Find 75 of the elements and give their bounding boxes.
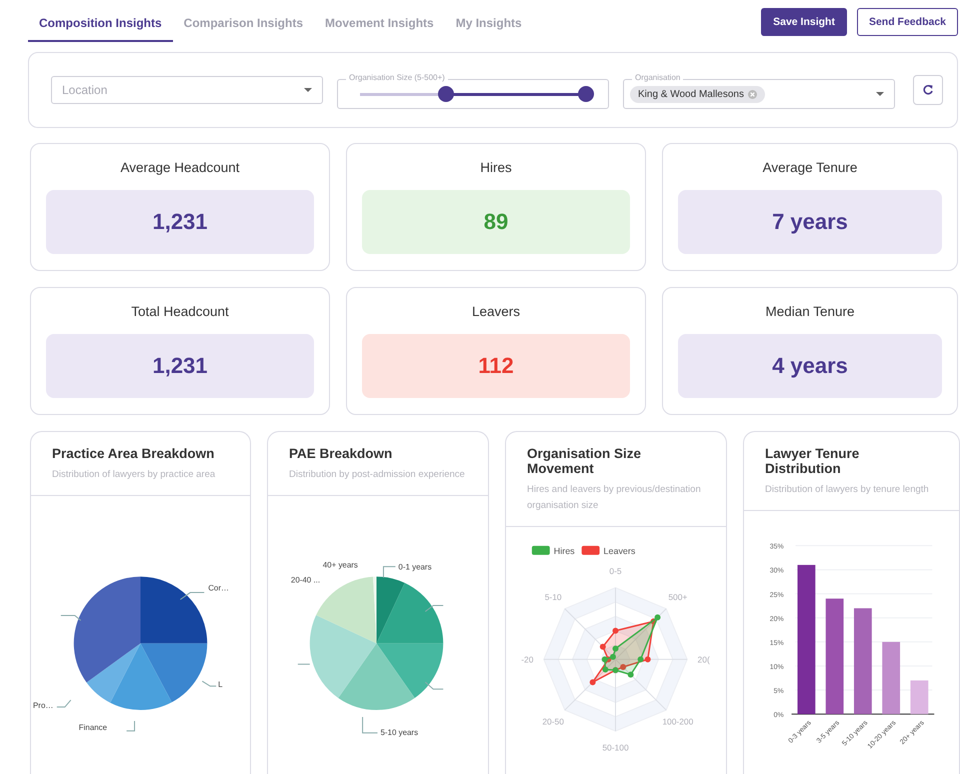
pie-slice[interactable] bbox=[74, 576, 140, 683]
stat-label: Average Headcount bbox=[120, 160, 240, 175]
pie-slice[interactable] bbox=[376, 576, 405, 644]
stat-label: Leavers bbox=[472, 304, 520, 319]
stat-label: Median Tenure bbox=[765, 304, 855, 319]
slice-label: 20-40 ... bbox=[290, 576, 320, 585]
chart-subtitle: Distribution by post-admission experience bbox=[289, 468, 466, 482]
pie-slice[interactable] bbox=[376, 582, 444, 644]
bar[interactable] bbox=[854, 608, 872, 714]
legend-label[interactable]: Hires bbox=[554, 546, 575, 556]
bar[interactable] bbox=[798, 564, 816, 714]
leader-line bbox=[202, 680, 217, 687]
axis-label: 500+ bbox=[668, 592, 688, 602]
slider-handle[interactable] bbox=[578, 86, 594, 102]
chart-subtitle: Hires and leavers by previous/destination organisation size bbox=[527, 483, 702, 513]
stat-value: 1,231 bbox=[46, 190, 314, 254]
placeholder-text: Location bbox=[62, 83, 108, 97]
legend-swatch[interactable] bbox=[582, 546, 600, 555]
axis-label: 20( bbox=[698, 654, 710, 664]
leader-line bbox=[180, 592, 205, 600]
leader-line bbox=[424, 605, 444, 612]
tab[interactable]: Composition Insights bbox=[28, 8, 173, 42]
legend-swatch[interactable] bbox=[532, 546, 550, 555]
stat-label: Average Tenure bbox=[762, 160, 858, 175]
chart-title: Organisation Size Movement bbox=[527, 446, 642, 476]
slice-label: 40+ years bbox=[322, 560, 358, 570]
field-label: Organisation bbox=[632, 73, 684, 82]
stat-value: 112 bbox=[362, 334, 630, 398]
chart-subtitle: Distribution of lawyers by practice area bbox=[52, 468, 216, 482]
axis-label: 20-50 bbox=[542, 716, 564, 727]
feedback-button[interactable]: Send Feedback bbox=[856, 8, 958, 36]
pie-slice[interactable] bbox=[86, 643, 140, 703]
pie-slice[interactable] bbox=[110, 643, 172, 710]
stat-value: 4 years bbox=[678, 334, 942, 398]
chart-title: Lawyer Tenure Distribution bbox=[765, 446, 860, 476]
leader-line bbox=[362, 716, 378, 734]
slice-label: Pro… bbox=[33, 701, 54, 710]
caret-icon bbox=[876, 92, 884, 96]
leader-line bbox=[60, 614, 82, 621]
organisation-chip[interactable]: King & Wood Mallesons bbox=[630, 86, 765, 102]
leader-line bbox=[382, 566, 396, 578]
slice-label: 5-10 years bbox=[380, 728, 418, 737]
axis-label: 0-5 bbox=[609, 566, 622, 576]
slice-label: Finance bbox=[78, 722, 108, 732]
stat-value: 7 years bbox=[678, 190, 942, 254]
pie-slice[interactable] bbox=[140, 643, 208, 702]
leader-line bbox=[126, 720, 136, 732]
chart-title: Practice Area Breakdown bbox=[52, 446, 216, 461]
axis-label: 100-200 bbox=[662, 716, 694, 727]
slice-label: 0-1 years bbox=[398, 562, 432, 572]
axis-label: -20 bbox=[521, 654, 534, 664]
bar[interactable] bbox=[826, 598, 844, 714]
axis-label: 50-100 bbox=[602, 742, 629, 753]
caret-icon bbox=[304, 88, 312, 92]
hires-series bbox=[602, 614, 661, 678]
refresh-icon bbox=[922, 84, 934, 96]
stat-label: Hires bbox=[480, 160, 512, 175]
pie-slice[interactable] bbox=[140, 576, 208, 644]
slider-handle[interactable] bbox=[438, 86, 454, 102]
chart-subtitle: Distribution of lawyers by tenure length bbox=[765, 483, 930, 497]
stat-label: Total Headcount bbox=[131, 304, 229, 319]
legend-label[interactable]: Leavers bbox=[604, 546, 636, 556]
leader-line bbox=[297, 664, 310, 665]
slice-label: L bbox=[218, 680, 223, 690]
chart-title: PAE Breakdown bbox=[289, 446, 394, 461]
bar[interactable] bbox=[882, 642, 900, 714]
save-button[interactable]: Save Insight bbox=[761, 8, 847, 36]
field-label: Organisation Size (5-500+) bbox=[346, 73, 448, 82]
leader-line bbox=[424, 682, 444, 690]
axis-label: 5-10 bbox=[544, 592, 562, 602]
stat-value: 1,231 bbox=[46, 334, 314, 398]
slice-label: Cor… bbox=[208, 584, 229, 593]
stat-value: 89 bbox=[362, 190, 630, 254]
refresh-button[interactable] bbox=[913, 75, 943, 105]
leader-line bbox=[56, 700, 72, 708]
